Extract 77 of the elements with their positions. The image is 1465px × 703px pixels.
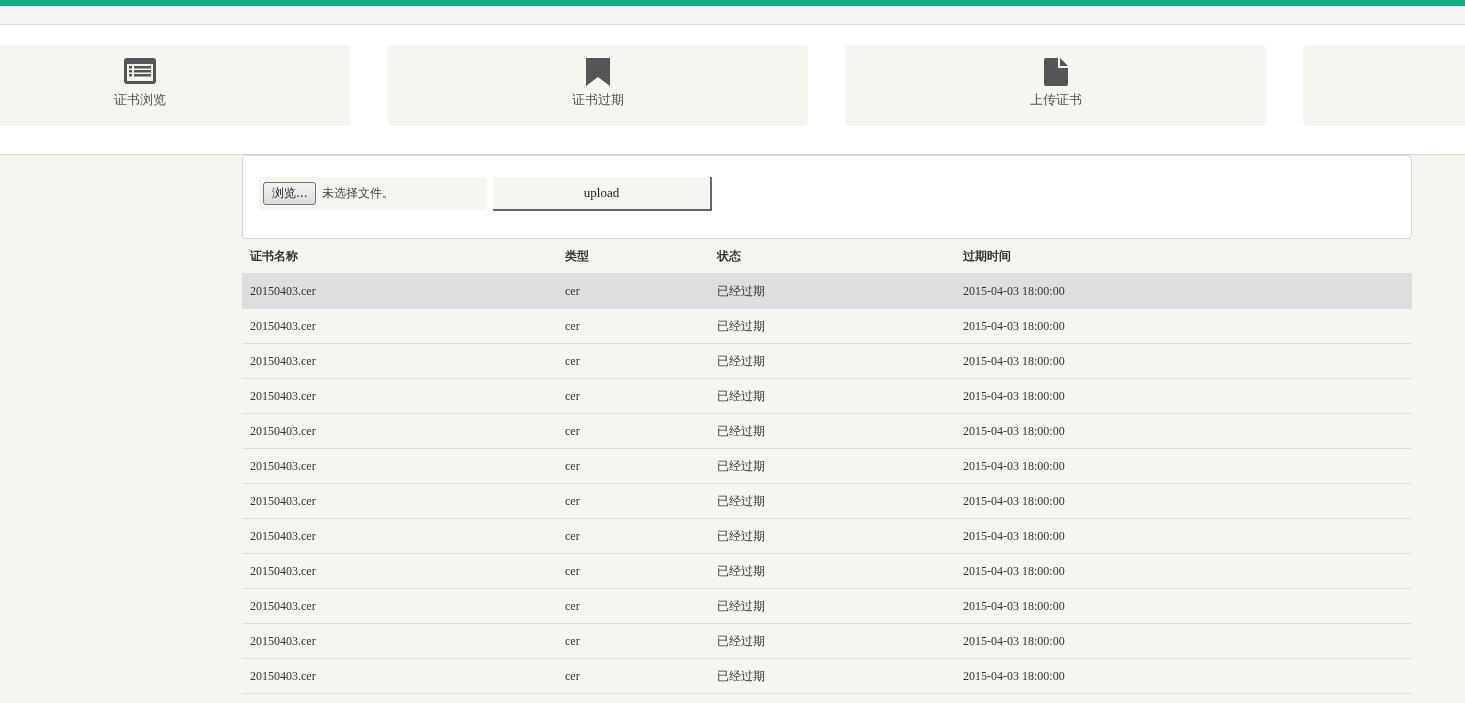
table-cell-text: 2015-04-03 18:00:00 (962, 598, 1066, 614)
column-header: 证书名称 (249, 247, 299, 265)
table-cell-text: 20150403.cer (249, 493, 317, 509)
table-cell-text: 已经过期 (716, 282, 766, 300)
table-cell-text: 20150403.cer (249, 388, 317, 404)
table-row[interactable]: 20150403.cer cer 已经过期 2015-04-03 18:00:00 (242, 589, 1412, 624)
table-cell-text: 2015-04-03 18:00:00 (962, 353, 1066, 369)
table-cell-text: 已经过期 (716, 632, 766, 650)
table-row[interactable]: 20150403.cer cer 已经过期 2015-04-03 18:00:00 (242, 414, 1412, 449)
table-cell-text: cer (564, 458, 581, 474)
table-cell-text: 已经过期 (716, 317, 766, 335)
table-cell-text: cer (564, 423, 581, 439)
table-cell-text: cer (564, 388, 581, 404)
table-cell-text: 20150403.cer (249, 633, 317, 649)
column-header: 状态 (715, 247, 742, 265)
nav-tile[interactable]: 证书过期 (387, 45, 808, 126)
table-cell-text: 2015-04-03 18:00:00 (962, 318, 1066, 334)
table-cell-text: 2015-04-03 18:00:00 (962, 528, 1066, 544)
table-cell-text: cer (564, 598, 581, 614)
bookmark-icon (585, 58, 610, 86)
table-cell-text: 2015-04-03 18:00:00 (962, 493, 1066, 509)
table-cell-text: cer (564, 318, 581, 334)
browse-button[interactable]: 浏览... (263, 182, 317, 205)
table-cell-text: cer (564, 528, 581, 544)
table-cell-text: 2015-04-03 18:00:00 (962, 458, 1066, 474)
table-cell-text: 20150403.cer (249, 598, 317, 614)
table-row[interactable]: 20150403.cer cer 已经过期 2015-04-03 18:00:00 (242, 309, 1412, 344)
table-cell-text: cer (564, 353, 581, 369)
nav-tile[interactable]: 上传证书 (845, 45, 1266, 126)
table-cell-text: 20150403.cer (249, 563, 317, 579)
table-cell-text: 2015-04-03 18:00:00 (962, 563, 1066, 579)
table-cell-text: 20150403.cer (249, 458, 317, 474)
nav-tile-label: 上传证书 (1029, 92, 1082, 108)
table-cell-text: 已经过期 (716, 562, 766, 580)
table-row[interactable]: 20150403.cer cer 已经过期 2015-04-03 18:00:00 (242, 484, 1412, 519)
file-icon (1043, 58, 1068, 86)
upload-button[interactable]: upload (493, 177, 712, 211)
file-input[interactable]: 浏览... 未选择文件。 (259, 177, 487, 210)
table-cell-text: cer (564, 283, 581, 299)
table-cell-text: cer (564, 668, 581, 684)
table-cell-text: 20150403.cer (249, 353, 317, 369)
table-cell-text: 已经过期 (716, 527, 766, 545)
table-cell-text: 20150403.cer (249, 528, 317, 544)
table-cell-text: 2015-04-03 18:00:00 (962, 633, 1066, 649)
file-status-text: 未选择文件。 (322, 185, 395, 202)
table-cell-text: 20150403.cer (249, 318, 317, 334)
table-cell-text: 已经过期 (716, 387, 766, 405)
table-cell-text: 已经过期 (716, 667, 766, 685)
table-cell-text: cer (564, 633, 581, 649)
column-header: 类型 (564, 247, 590, 265)
nav-tile-label: 证书浏览 (113, 92, 166, 108)
table-cell-text: 已经过期 (716, 597, 766, 615)
table-cell-text: 已经过期 (716, 352, 766, 370)
table-cell-text: 20150403.cer (249, 668, 317, 684)
highlighted-row[interactable]: 20150403.cer cer 已经过期 2015-04-03 18:00:00 (242, 274, 1412, 309)
table-cell-text: 2015-04-03 18:00:00 (962, 668, 1066, 684)
table-cell-text: cer (564, 563, 581, 579)
table-cell-text: 2015-04-03 18:00:00 (962, 388, 1066, 404)
table-row[interactable]: 20150403.cer cer 已经过期 2015-04-03 18:00:00 (242, 449, 1412, 484)
nav-tile[interactable]: 证书浏览 (0, 45, 350, 126)
table-row[interactable]: 20150403.cer cer 已经过期 2015-04-03 18:00:00 (242, 379, 1412, 414)
table-row[interactable]: 20150403.cer cer 已经过期 2015-04-03 18:00:00 (242, 519, 1412, 554)
table-row[interactable]: 20150403.cer cer 已经过期 2015-04-03 18:00:00 (242, 344, 1412, 379)
table-cell-text: 2015-04-03 18:00:00 (962, 423, 1066, 439)
table-row[interactable]: 20150403.cer cer 已经过期 2015-04-03 18:00:00 (242, 554, 1412, 589)
nav-tile-label: 证书过期 (571, 92, 624, 108)
table-row[interactable]: 20150403.cer cer 已经过期 2015-04-03 18:00:00 (242, 624, 1412, 659)
table-row[interactable]: 20150403.cer cer 已经过期 2015-04-03 18:00:00 (242, 659, 1412, 694)
column-header: 过期时间 (962, 247, 1012, 265)
table-cell-text: 2015-04-03 18:00:00 (962, 283, 1066, 299)
table-cell-text: 已经过期 (716, 492, 766, 510)
list-icon (123, 58, 156, 86)
table-cell-text: 已经过期 (716, 457, 766, 475)
table-cell-text: 20150403.cer (249, 423, 317, 439)
table-cell-text: 20150403.cer (249, 283, 317, 299)
table-cell-text: cer (564, 493, 581, 509)
table-cell-text: 已经过期 (716, 422, 766, 440)
